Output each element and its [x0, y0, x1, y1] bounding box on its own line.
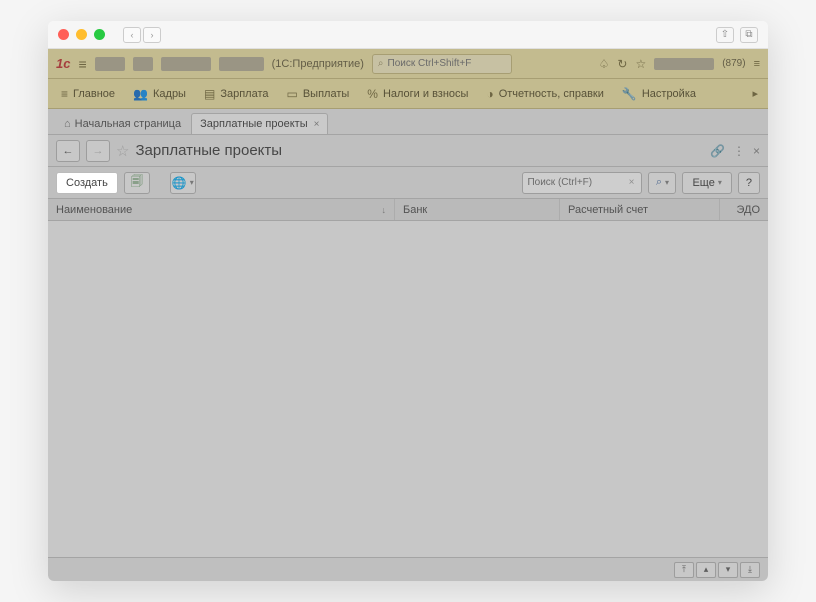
back-button[interactable]: ←: [56, 140, 80, 162]
forward-button[interactable]: →: [86, 140, 110, 162]
close-window-icon[interactable]: [58, 29, 69, 40]
more-button[interactable]: Еще▾: [682, 172, 731, 194]
report-icon: ◑: [486, 87, 493, 101]
link-icon[interactable]: 🔗: [710, 144, 725, 158]
browser-forward-button[interactable]: ›: [143, 27, 161, 43]
create-button[interactable]: Создать: [56, 172, 118, 194]
toolbar: Создать 🗐 🌐▾ × ⌕▾ Еще▾ ?: [48, 167, 768, 199]
app-subtitle: (1С:Предприятие): [272, 58, 364, 70]
browser-back-button[interactable]: ‹: [123, 27, 141, 43]
menu-salary[interactable]: ▤Зарплата: [195, 79, 278, 108]
search-go-button[interactable]: ⌕▾: [648, 172, 676, 194]
list-icon: ≡: [61, 87, 68, 101]
column-bank[interactable]: Банк: [395, 199, 560, 220]
chevron-down-icon: ▾: [190, 178, 194, 187]
column-edo[interactable]: ЭДО: [720, 199, 768, 220]
menu-payments[interactable]: ▭Выплаты: [277, 79, 358, 108]
document-icon: ▤: [204, 87, 215, 101]
wrench-icon: 🔧: [622, 87, 637, 101]
menu-reports[interactable]: ◑Отчетность, справки: [477, 79, 612, 108]
minimize-window-icon[interactable]: [76, 29, 87, 40]
redacted-block: [161, 57, 211, 71]
table-body-empty: [48, 221, 768, 557]
close-page-icon[interactable]: ×: [753, 144, 760, 158]
footer-bar: ⤒ ▴ ▾ ⤓: [48, 557, 768, 581]
history-icon[interactable]: ↻: [617, 57, 627, 71]
scroll-up-icon[interactable]: ▴: [696, 562, 716, 578]
column-name[interactable]: Наименование↓: [48, 199, 395, 220]
column-account[interactable]: Расчетный счет: [560, 199, 720, 220]
kebab-icon[interactable]: ⋮: [733, 144, 745, 158]
tabs-icon[interactable]: ⧉: [740, 27, 758, 43]
logo-1c: 1c: [56, 56, 70, 71]
tab-salary-projects[interactable]: Зарплатные проекты ×: [191, 113, 328, 134]
copy-button[interactable]: 🗐: [124, 172, 150, 194]
menu-settings[interactable]: 🔧Настройка: [613, 79, 705, 108]
tab-home[interactable]: ⌂ Начальная страница: [54, 114, 191, 134]
search-box[interactable]: ×: [522, 172, 642, 194]
chevron-down-icon: ▾: [718, 178, 722, 187]
maximize-window-icon[interactable]: [94, 29, 105, 40]
star-icon[interactable]: ☆: [635, 57, 646, 71]
help-button[interactable]: ?: [738, 172, 760, 194]
globe-button[interactable]: 🌐▾: [170, 172, 196, 194]
page-title: Зарплатные проекты: [135, 142, 282, 159]
scroll-bottom-icon[interactable]: ⤓: [740, 562, 760, 578]
redacted-block: [133, 57, 153, 71]
home-icon: ⌂: [64, 118, 71, 130]
percent-icon: %: [367, 87, 378, 101]
page-header: ← → ☆ Зарплатные проекты 🔗 ⋮ ×: [48, 135, 768, 167]
window-titlebar: ‹ › ⇧ ⧉: [48, 21, 768, 49]
scroll-top-icon[interactable]: ⤒: [674, 562, 694, 578]
menu-staff[interactable]: 👥Кадры: [124, 79, 195, 108]
tab-close-icon[interactable]: ×: [314, 119, 320, 130]
scroll-down-icon[interactable]: ▾: [718, 562, 738, 578]
menu-taxes[interactable]: %Налоги и взносы: [358, 79, 477, 108]
global-search[interactable]: ⌕: [372, 54, 512, 74]
app-bar: 1c ≡ (1С:Предприятие) ⌕ ♤ ↻ ☆ (879) ≡: [48, 49, 768, 79]
table-header: Наименование↓ Банк Расчетный счет ЭДО: [48, 199, 768, 221]
global-search-input[interactable]: [388, 58, 506, 69]
menu-main[interactable]: ≡Главное: [52, 79, 124, 108]
search-icon: ⌕: [378, 58, 384, 69]
menu-lines-icon[interactable]: ≡: [754, 58, 760, 70]
search-clear-icon[interactable]: ×: [626, 177, 638, 188]
share-icon[interactable]: ⇧: [716, 27, 734, 43]
chevron-down-icon: ▾: [665, 178, 669, 187]
favorite-star-icon[interactable]: ☆: [116, 142, 129, 160]
tab-bar: ⌂ Начальная страница Зарплатные проекты …: [48, 109, 768, 135]
sort-asc-icon: ↓: [382, 205, 387, 215]
hamburger-icon[interactable]: ≡: [78, 56, 86, 72]
main-menu: ≡Главное 👥Кадры ▤Зарплата ▭Выплаты %Нало…: [48, 79, 768, 109]
bell-icon[interactable]: ♤: [599, 57, 610, 71]
search-input[interactable]: [527, 177, 625, 188]
people-icon: 👥: [133, 87, 148, 101]
redacted-block: [95, 57, 125, 71]
user-count: (879): [722, 58, 745, 69]
redacted-block: [219, 57, 264, 71]
traffic-lights: [58, 29, 105, 40]
menu-overflow-icon[interactable]: ▸: [746, 87, 764, 100]
wallet-icon: ▭: [286, 87, 297, 101]
redacted-user: [654, 58, 714, 70]
